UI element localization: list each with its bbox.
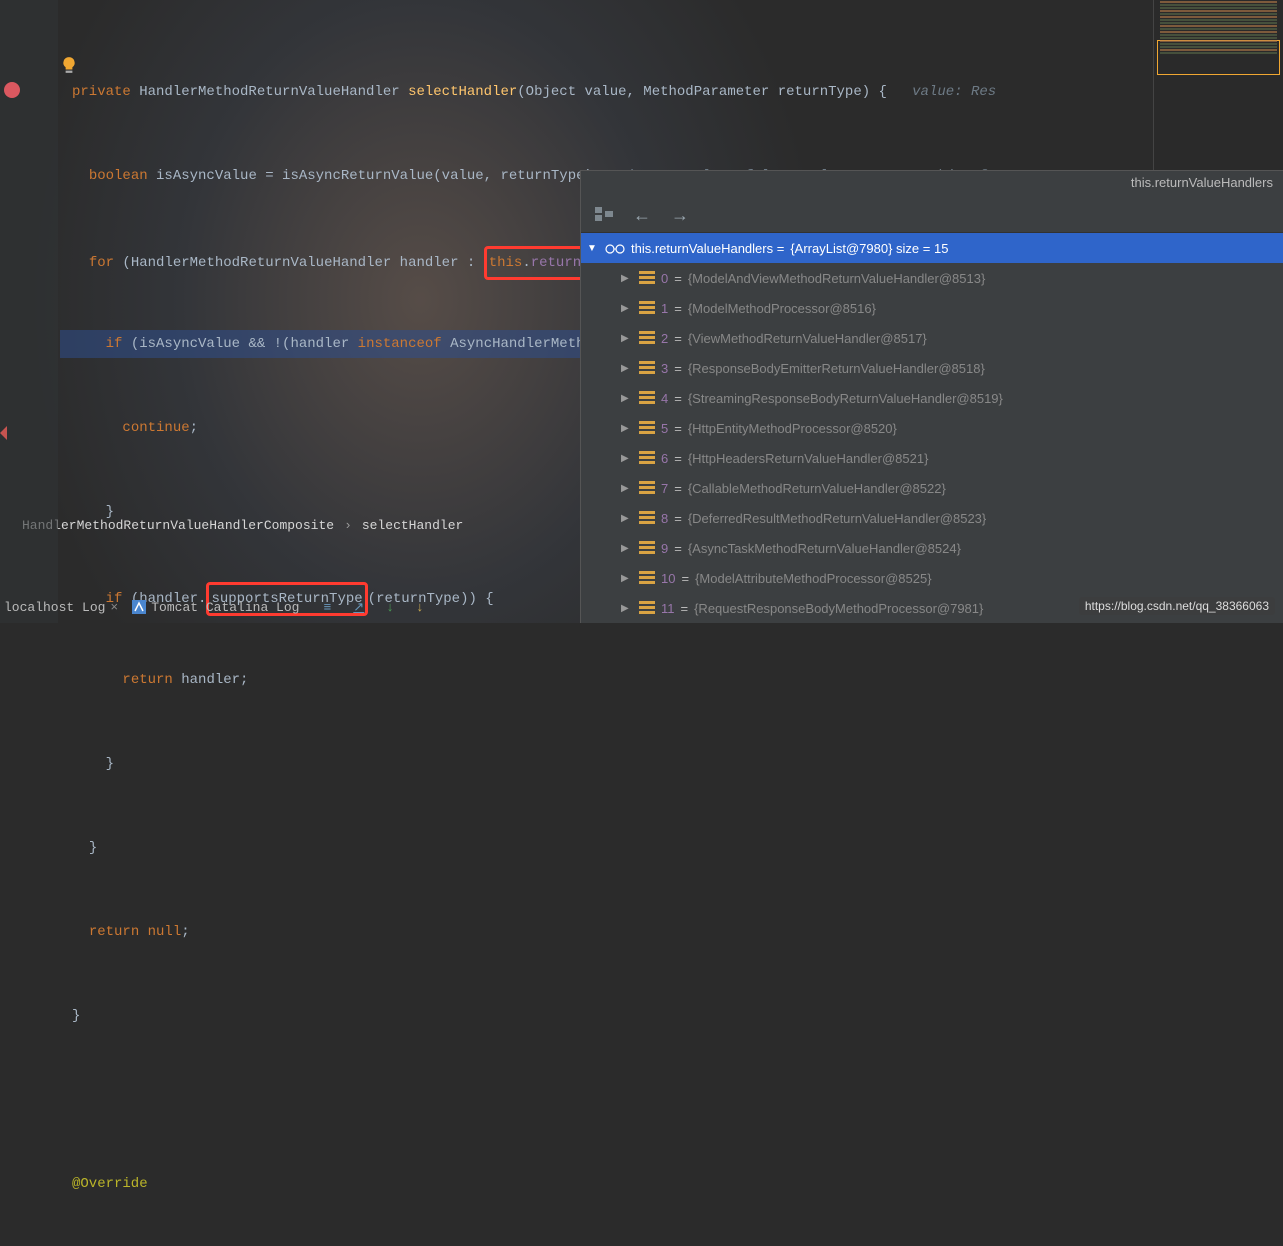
expand-right-icon[interactable]: ▶ [621,423,633,434]
tree-index: 7 [661,481,668,496]
tree-root-label: this.returnValueHandlers = [631,241,784,256]
download-alt-icon[interactable]: ↓ [416,600,424,615]
tree-item-row[interactable]: ▶10 = {ModelAttributeMethodProcessor@852… [581,563,1283,593]
tree-value: {CallableMethodReturnValueHandler@8522} [688,481,946,496]
watch-glasses-icon [605,242,625,254]
tab-label: Tomcat Catalina Log [151,600,299,615]
expand-right-icon[interactable]: ▶ [621,273,633,284]
tree-index: 3 [661,361,668,376]
expand-right-icon[interactable]: ▶ [621,393,633,404]
tree-index: 9 [661,541,668,556]
back-icon[interactable]: ← [633,205,651,226]
tree-root-value: {ArrayList@7980} size = 15 [790,241,948,256]
tree-item-row[interactable]: ▶8 = {DeferredResultMethodReturnValueHan… [581,503,1283,533]
tree-value: {ModelAttributeMethodProcessor@8525} [695,571,932,586]
tree-value: {AsyncTaskMethodReturnValueHandler@8524} [688,541,961,556]
tree-value: {HttpHeadersReturnValueHandler@8521} [688,451,929,466]
expand-right-icon[interactable]: ▶ [621,513,633,524]
array-element-icon [639,331,655,345]
code-minimap[interactable] [1153,0,1283,170]
expand-right-icon[interactable]: ▶ [621,483,633,494]
array-element-icon [639,481,655,495]
tree-item-row[interactable]: ▶1 = {ModelMethodProcessor@8516} [581,293,1283,323]
expand-right-icon[interactable]: ▶ [621,333,633,344]
forward-icon[interactable]: → [671,205,689,226]
kw-private: private [72,84,131,100]
tree-index: 0 [661,271,668,286]
download-icon[interactable]: ↓ [386,600,394,615]
debug-tree[interactable]: ▼ this.returnValueHandlers = {ArrayList@… [581,233,1283,623]
tree-item-row[interactable]: ▶6 = {HttpHeadersReturnValueHandler@8521… [581,443,1283,473]
tree-item-row[interactable]: ▶5 = {HttpEntityMethodProcessor@8520} [581,413,1283,443]
array-element-icon [639,301,655,315]
tomcat-icon [132,600,146,614]
tree-index: 10 [661,571,675,586]
close-icon[interactable]: × [110,600,118,615]
array-element-icon [639,421,655,435]
tab-localhost-log[interactable]: localhost Log × [4,600,118,615]
tree-item-row[interactable]: ▶9 = {AsyncTaskMethodReturnValueHandler@… [581,533,1283,563]
tree-item-row[interactable]: ▶2 = {ViewMethodReturnValueHandler@8517} [581,323,1283,353]
tree-item-row[interactable]: ▶0 = {ModelAndViewMethodReturnValueHandl… [581,263,1283,293]
tab-label: localhost Log [4,600,105,615]
debug-toolbar: ← → [581,199,1283,233]
array-element-icon [639,451,655,465]
array-element-icon [639,541,655,555]
gutter-diff-icon[interactable] [0,426,14,440]
breakpoint-icon[interactable] [4,82,20,98]
tree-index: 6 [661,451,668,466]
inline-hint: value: Res [887,84,996,100]
tree-item-row[interactable]: ▶4 = {StreamingResponseBodyReturnValueHa… [581,383,1283,413]
bottom-tool-tabs: localhost Log × Tomcat Catalina Log ≡ ↗ … [0,591,424,623]
expand-right-icon[interactable]: ▶ [621,573,633,584]
array-element-icon [639,271,655,285]
tree-value: {DeferredResultMethodReturnValueHandler@… [688,511,986,526]
array-element-icon [639,511,655,525]
expand-right-icon[interactable]: ▶ [621,363,633,374]
annotation: @Override [72,1176,148,1192]
tree-item-row[interactable]: ▶7 = {CallableMethodReturnValueHandler@8… [581,473,1283,503]
expand-right-icon[interactable]: ▶ [621,303,633,314]
tree-index: 5 [661,421,668,436]
debug-variables-panel[interactable]: this.returnValueHandlers ← → ▼ this.retu… [580,170,1283,623]
tree-root-row[interactable]: ▼ this.returnValueHandlers = {ArrayList@… [581,233,1283,263]
export-up-icon[interactable]: ↗ [353,600,364,615]
watermark-text: https://blog.csdn.net/qq_38366063 [1079,597,1275,615]
array-element-icon [639,571,655,585]
tree-view-icon[interactable] [595,207,613,224]
array-element-icon [639,601,655,615]
tree-value: {HttpEntityMethodProcessor@8520} [688,421,897,436]
tab-tomcat-catalina-log[interactable]: Tomcat Catalina Log [132,600,299,615]
array-element-icon [639,391,655,405]
tree-value: {ResponseBodyEmitterReturnValueHandler@8… [688,361,985,376]
tree-item-row[interactable]: ▶3 = {ResponseBodyEmitterReturnValueHand… [581,353,1283,383]
expand-right-icon[interactable]: ▶ [621,603,633,614]
tree-index: 8 [661,511,668,526]
tree-value: {ViewMethodReturnValueHandler@8517} [688,331,927,346]
tree-value: {RequestResponseBodyMethodProcessor@7981… [694,601,983,616]
tree-index: 4 [661,391,668,406]
editor-gutter[interactable] [0,0,58,623]
tree-value: {ModelMethodProcessor@8516} [688,301,876,316]
expand-down-icon[interactable]: ▼ [587,243,599,254]
tree-value: {StreamingResponseBodyReturnValueHandler… [688,391,1003,406]
array-element-icon [639,361,655,375]
tree-value: {ModelAndViewMethodReturnValueHandler@85… [688,271,985,286]
tree-index: 1 [661,301,668,316]
expand-right-icon[interactable]: ▶ [621,543,633,554]
debug-panel-title: this.returnValueHandlers [581,171,1283,199]
layout-icon[interactable]: ≡ [323,600,331,615]
tree-index: 11 [661,601,675,616]
expand-right-icon[interactable]: ▶ [621,453,633,464]
tree-index: 2 [661,331,668,346]
